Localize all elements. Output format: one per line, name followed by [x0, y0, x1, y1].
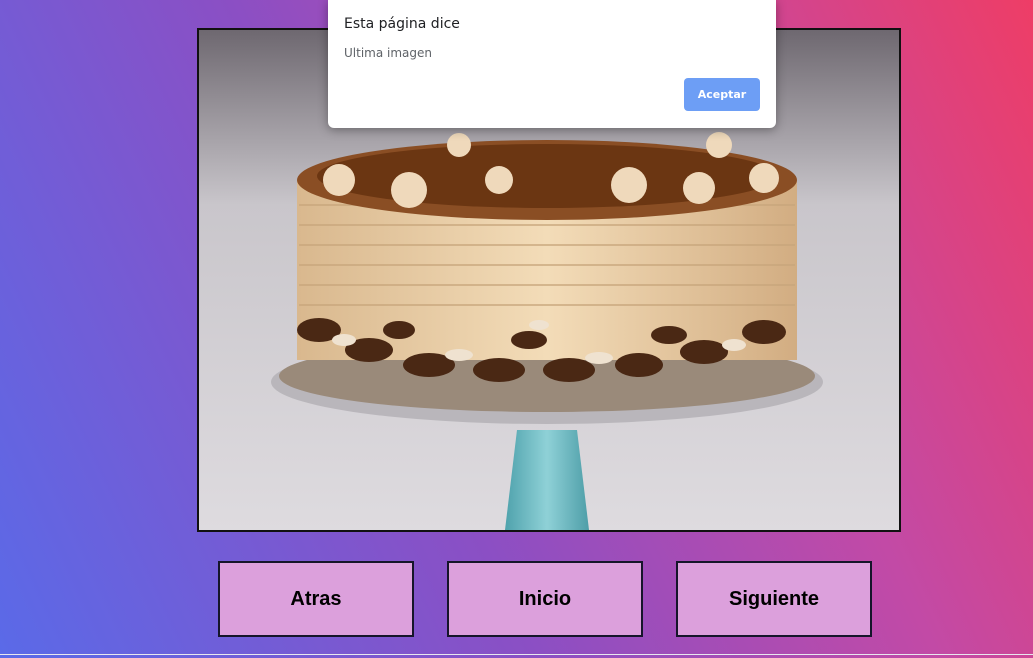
- alert-title: Esta página dice: [344, 16, 460, 32]
- home-button[interactable]: Inicio: [447, 561, 643, 637]
- alert-dialog: Esta página dice Ultima imagen Aceptar: [328, 0, 776, 128]
- alert-ok-button[interactable]: Aceptar: [684, 78, 760, 111]
- back-button[interactable]: Atras: [218, 561, 414, 637]
- bottom-divider: [0, 654, 1033, 655]
- alert-message: Ultima imagen: [344, 46, 432, 60]
- next-button[interactable]: Siguiente: [676, 561, 872, 637]
